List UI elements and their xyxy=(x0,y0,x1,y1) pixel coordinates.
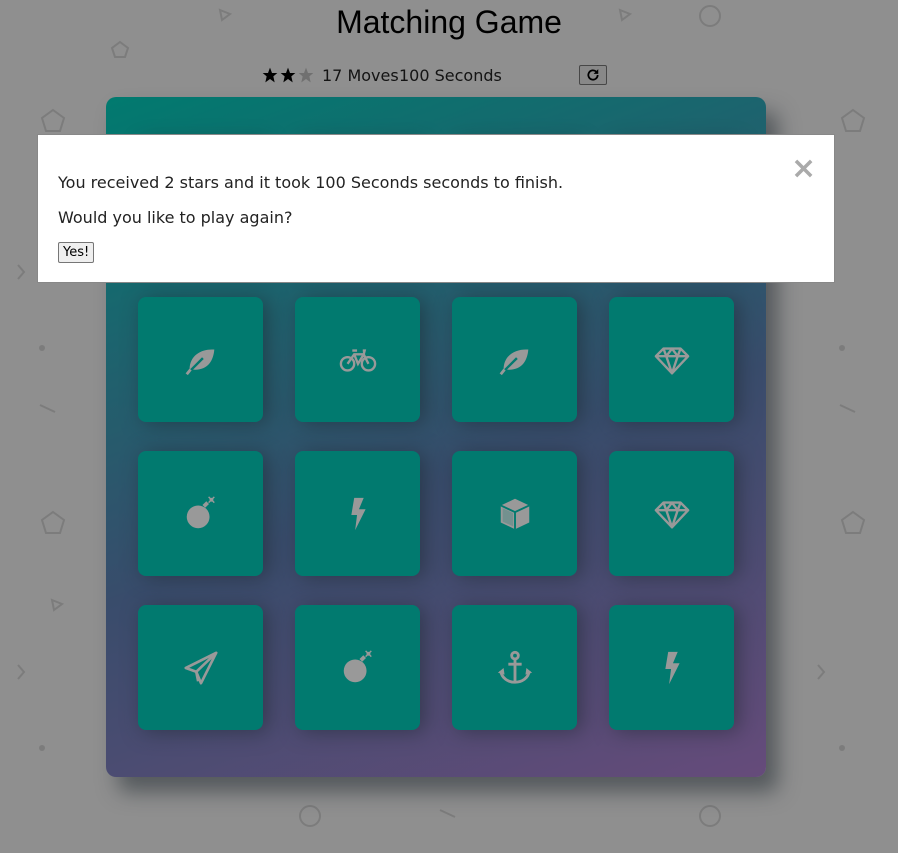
play-again-question: Would you like to play again? xyxy=(58,208,293,227)
close-icon[interactable]: × xyxy=(791,154,816,184)
play-again-button[interactable]: Yes! xyxy=(58,242,95,263)
modal-overlay[interactable] xyxy=(0,0,898,853)
win-message: You received 2 stars and it took 100 Sec… xyxy=(58,173,564,192)
win-modal: × You received 2 stars and it took 100 S… xyxy=(37,134,835,283)
